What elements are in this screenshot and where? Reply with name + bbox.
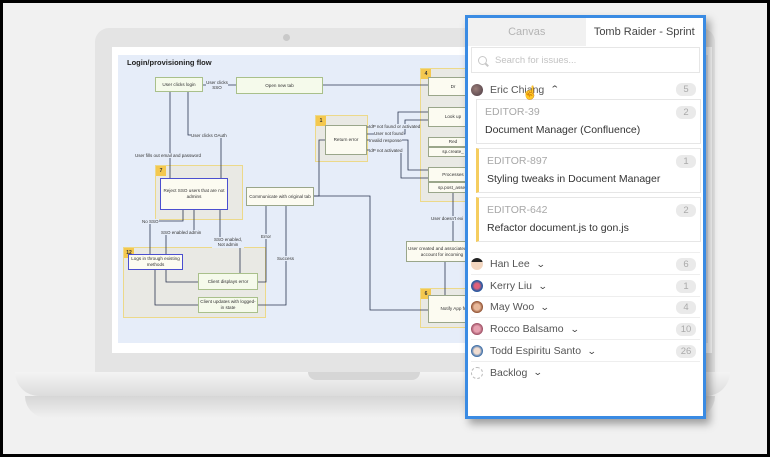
search-icon [478,55,487,65]
avatar [471,345,483,357]
edge-label: Success [277,256,295,262]
edge-label: SSO enabled admin [161,230,202,236]
assignee-name: Kerry Liu [490,280,533,292]
issue-title: Document Manager (Confluence) [485,124,641,136]
issue-points: 2 [676,106,696,119]
issue-count: 1 [676,280,696,293]
edge-label: User clicks OAuth [191,133,227,139]
assignee-row[interactable]: Kerry Liu ⌄ 1 [471,276,700,297]
edge-label: Invalid response [369,138,402,144]
issue-key: EDITOR-642 [487,204,548,216]
chevron-up-icon[interactable]: ⌃ [550,84,560,95]
divider [471,252,700,253]
issue-card[interactable]: EDITOR-897 Styling tweaks in Document Ma… [476,148,701,193]
edge-label: User doesn't exi [431,216,464,222]
avatar [471,83,483,96]
avatar [471,301,483,313]
node-client-error[interactable]: Client displays error [198,273,258,290]
assignee-name: Rocco Balsamo [490,323,564,335]
edge-label: SSO enabled, Not admin [212,237,244,248]
connector [314,139,325,197]
chevron-down-icon[interactable]: ⌄ [587,346,597,357]
chevron-down-icon[interactable]: ⌄ [538,281,548,292]
node-communicate[interactable]: Communicate with original tab [246,187,314,206]
avatar [471,323,483,335]
issue-card[interactable]: EDITOR-642 Refactor document.js to gon.j… [476,197,701,242]
issue-count: 4 [676,301,696,314]
sprint-panel: Canvas Tomb Raider - Sprint Search for i… [465,15,706,419]
issue-count: 26 [676,345,696,358]
issue-key: EDITOR-897 [487,155,548,167]
issue-points: 2 [676,204,696,217]
search-input[interactable]: Search for issues... [471,47,700,73]
chevron-down-icon[interactable]: ⌄ [569,324,579,335]
edge-label: User not found [374,131,404,137]
issue-title: Styling tweaks in Document Manager [487,173,661,185]
hand-cursor-icon: ☝ [522,85,539,100]
connector [258,206,267,283]
node-open-new-tab[interactable]: Open new tab [236,77,323,94]
node-logs-in[interactable]: Logs in through existing methods [128,254,183,270]
edge-label: IdP not activated [369,148,403,154]
assignee-name: May Woo [490,301,535,313]
issue-key: EDITOR-39 [485,106,540,118]
issue-card[interactable]: EDITOR-39 Document Manager (Confluence) … [476,99,701,144]
node-user-clicks-login[interactable]: User clicks login [155,77,203,92]
connector [367,139,428,171]
assignee-row[interactable]: May Woo ⌄ 4 [471,297,700,318]
issue-count: 5 [676,83,696,96]
edge-label: No SSO [142,219,159,225]
issue-count: 10 [676,323,696,336]
assignee-row[interactable]: Rocco Balsamo ⌄ 10 [471,319,700,340]
node-client-updates[interactable]: Client updates with logged-in state [198,297,258,313]
node-reject-sso[interactable]: Reject SSO users that are not admins [160,178,228,210]
assignee-row-expanded[interactable]: Eric Chiang ⌃ 5 [471,79,700,100]
edge-label: Error [261,234,271,240]
backlog-icon [471,366,483,379]
node-return-error[interactable]: Return error [325,125,367,155]
connector [165,270,198,283]
connector [367,149,428,179]
chevron-down-icon[interactable]: ⌄ [533,367,543,378]
issue-count: 6 [676,258,696,271]
issue-points: 1 [676,155,696,168]
edge-label: User clicks SSO [206,80,228,91]
connector [154,270,198,306]
backlog-label: Backlog [490,366,528,379]
edge-label: User fills out email and password [135,153,202,159]
avatar [471,280,483,292]
edge-label: IdP not found or activated [369,124,421,130]
chevron-down-icon[interactable]: ⌄ [540,302,550,313]
tab-sprint[interactable]: Tomb Raider - Sprint [586,18,704,46]
assignee-row[interactable]: Han Lee ⌄ 6 [471,254,700,275]
panel-tabs: Canvas Tomb Raider - Sprint [468,18,703,46]
assignee-name: Han Lee [490,258,530,270]
chevron-down-icon[interactable]: ⌄ [536,259,546,270]
search-placeholder: Search for issues... [495,54,577,66]
tab-canvas[interactable]: Canvas [468,18,586,46]
assignee-name: Todd Espiritu Santo [490,345,582,357]
assignee-row[interactable]: Todd Espiritu Santo ⌄ 26 [471,341,700,362]
backlog-row[interactable]: Backlog ⌄ [471,362,700,383]
avatar [471,258,483,270]
issue-title: Refactor document.js to gon.js [487,222,629,234]
